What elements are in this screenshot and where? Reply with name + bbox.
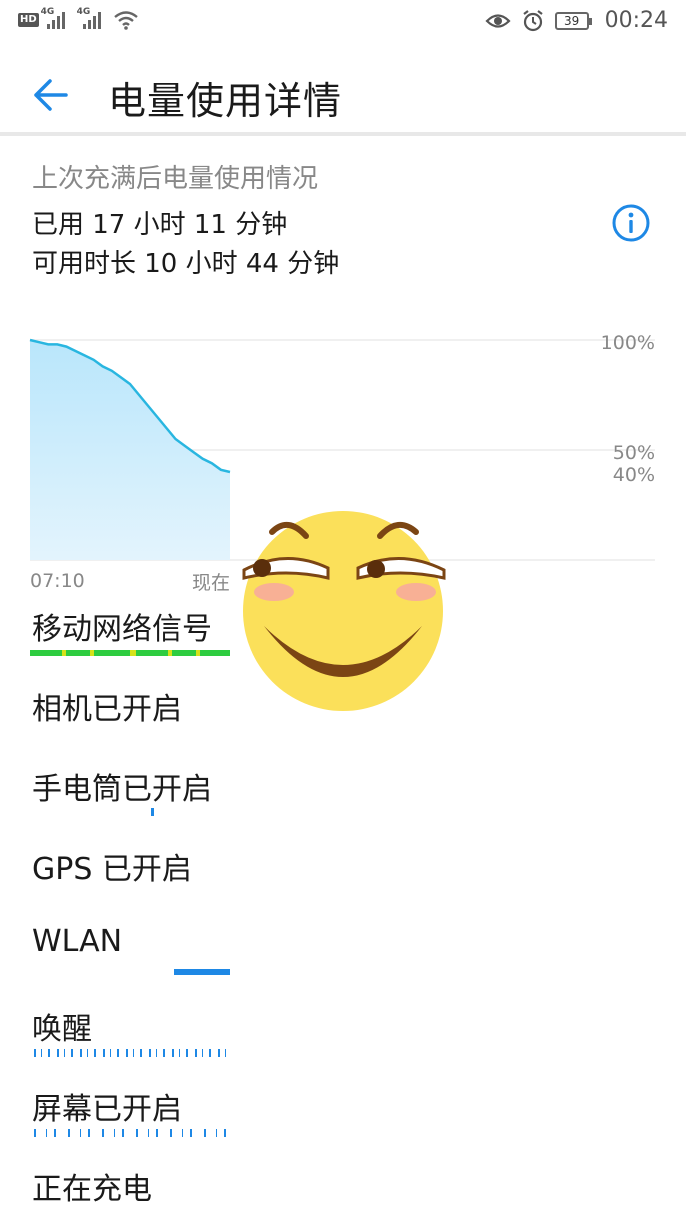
- alarm-icon: [522, 9, 543, 31]
- network-type-label: 4G: [40, 7, 55, 17]
- clock: 00:24: [604, 8, 668, 33]
- smiley-face-sticker: [242, 511, 446, 711]
- signal-icon: 4G: [41, 7, 65, 29]
- info-icon[interactable]: [611, 203, 651, 243]
- status-bar: HD 4G 4G 39 00:24: [0, 0, 686, 46]
- summary-subtitle: 上次充满后电量使用情况: [32, 164, 319, 194]
- hd-icon: HD: [18, 13, 39, 27]
- page-title: 电量使用详情: [108, 79, 343, 123]
- screen-on-ticks: [34, 1129, 230, 1137]
- x-tick-label-now: 现在: [192, 572, 230, 594]
- row-flashlight[interactable]: 手电筒已开启: [32, 764, 212, 808]
- flashlight-tick: [151, 808, 154, 816]
- wlan-bar: [174, 969, 230, 975]
- mobile-signal-bar: [30, 650, 230, 656]
- network-type-label-2: 4G: [76, 7, 91, 17]
- y-tick-label-40: 40%: [613, 464, 655, 486]
- x-tick-label-start: 07:10: [30, 570, 85, 592]
- eye-icon: [485, 13, 511, 28]
- row-wakeup[interactable]: 唤醒: [32, 1004, 92, 1048]
- row-mobile-signal[interactable]: 移动网络信号: [32, 604, 212, 648]
- y-tick-label-100: 100%: [601, 332, 655, 354]
- signal-icon-2: 4G: [77, 7, 101, 29]
- y-tick-label-50: 50%: [613, 442, 655, 464]
- battery-icon: 39: [554, 11, 592, 30]
- row-screen-on[interactable]: 屏幕已开启: [32, 1084, 182, 1128]
- row-camera[interactable]: 相机已开启: [32, 684, 182, 728]
- status-right: 39 00:24: [485, 8, 668, 33]
- remaining-time: 可用时长 10 小时 44 分钟: [32, 249, 340, 279]
- row-wlan[interactable]: WLAN: [32, 924, 122, 959]
- status-left: HD 4G 4G: [18, 7, 139, 30]
- wifi-icon: [113, 11, 138, 30]
- row-gps[interactable]: GPS 已开启: [32, 844, 192, 888]
- header-divider: [0, 132, 686, 136]
- back-arrow-icon[interactable]: [28, 72, 74, 118]
- wakeup-ticks: [34, 1049, 230, 1057]
- row-charging[interactable]: 正在充电: [32, 1164, 152, 1208]
- used-time: 已用 17 小时 11 分钟: [32, 210, 288, 240]
